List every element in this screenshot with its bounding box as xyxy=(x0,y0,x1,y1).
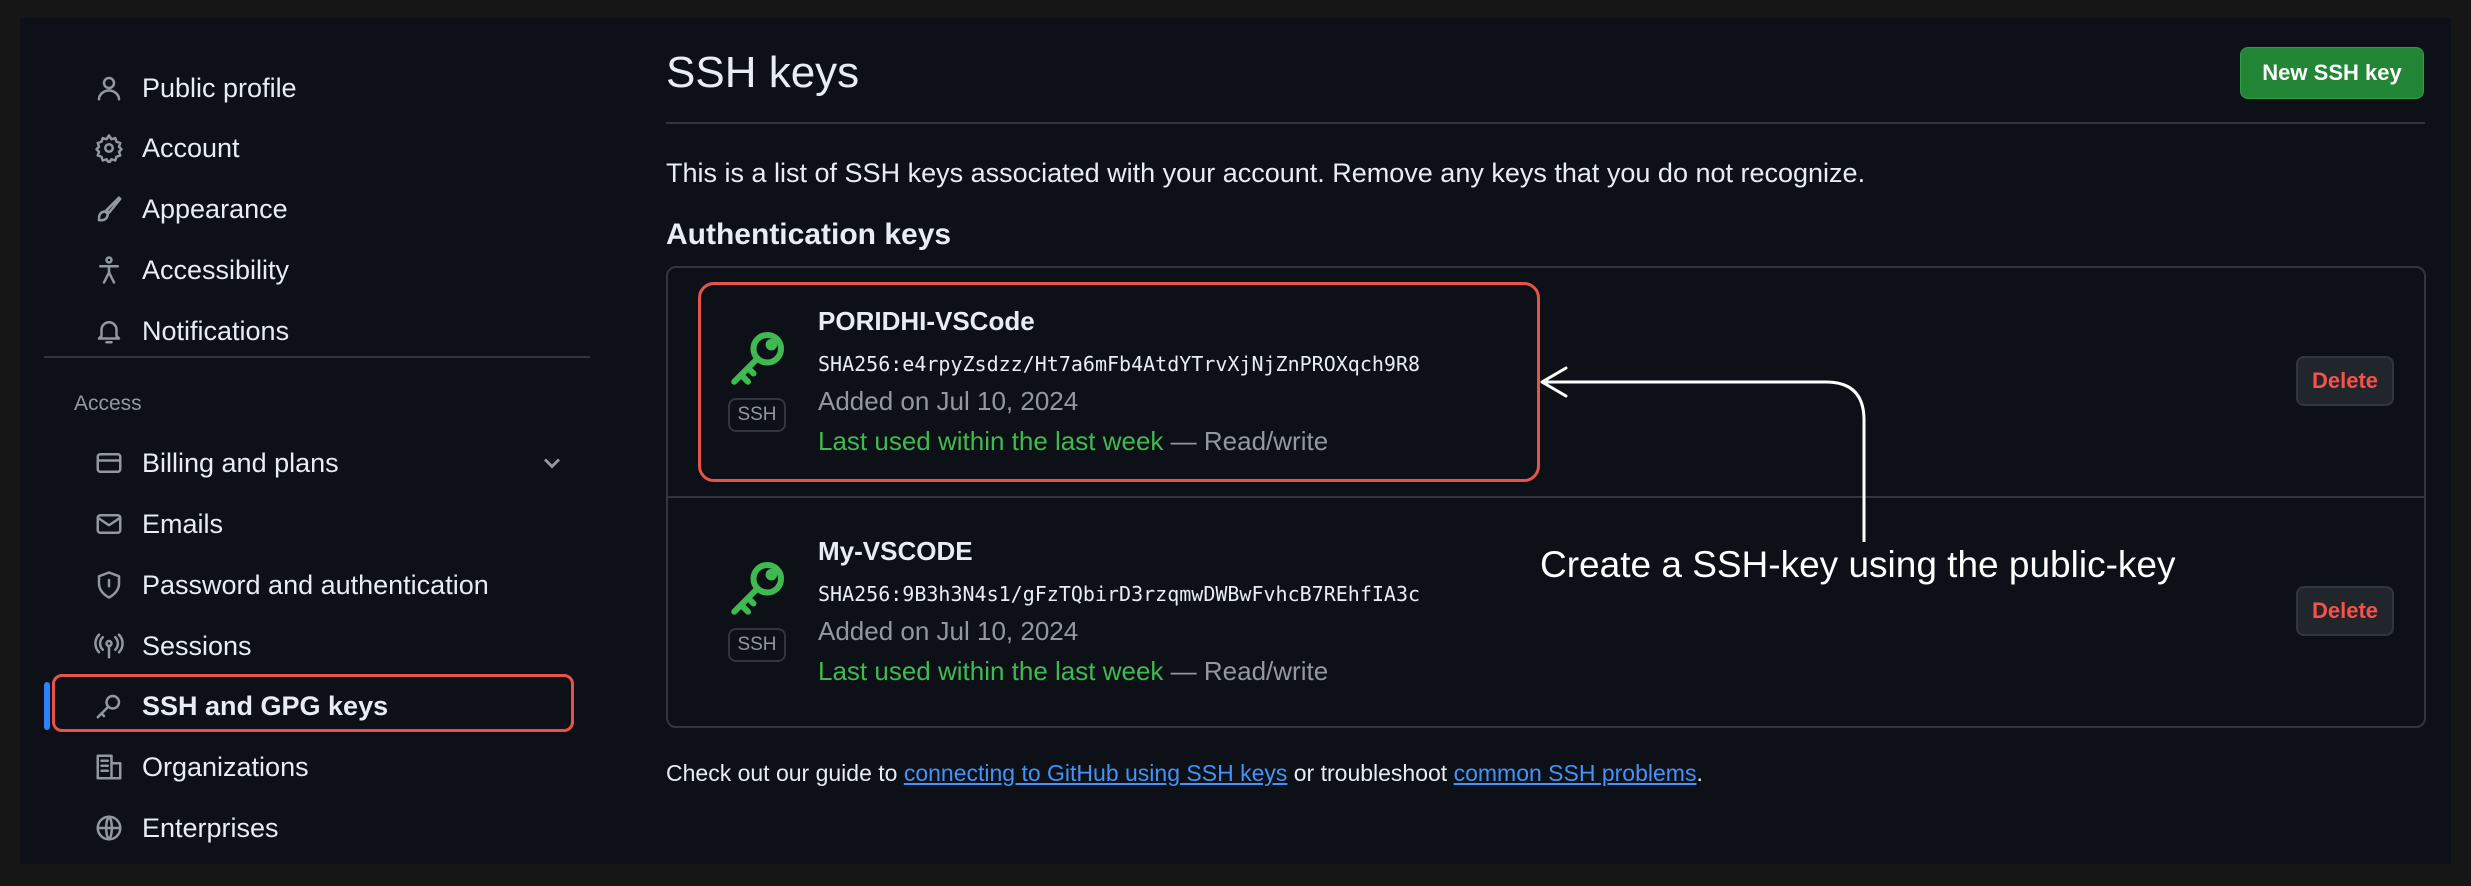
annotation-arrow xyxy=(1540,366,1866,542)
annotation-text: Create a SSH-key using the public-key xyxy=(1540,544,2176,585)
settings-page: Public profile Account Appearance Access… xyxy=(20,18,2451,864)
